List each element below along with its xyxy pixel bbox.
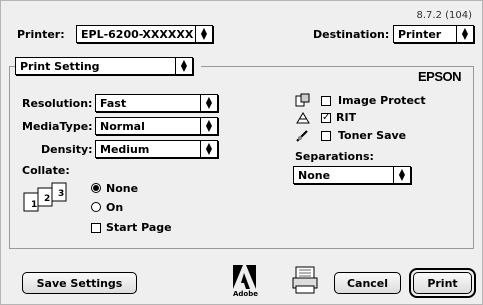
mediatype-label: MediaType: bbox=[22, 120, 93, 133]
print-dialog: 8.7.2 (104) Printer: EPL-6200-XXXXXX ▲ ▼ … bbox=[0, 0, 483, 305]
rit-label: RIT bbox=[336, 111, 357, 124]
popup-arrows-icon: ▲ ▼ bbox=[200, 95, 217, 111]
image-protect-label: Image Protect bbox=[338, 94, 426, 107]
separations-popup[interactable]: None ▲ ▼ bbox=[293, 166, 411, 184]
image-protect-checkbox[interactable] bbox=[321, 96, 331, 106]
toner-save-icon bbox=[296, 130, 308, 142]
collate-none-label: None bbox=[106, 182, 139, 195]
print-button[interactable]: Print bbox=[413, 272, 472, 294]
svg-text:3: 3 bbox=[58, 189, 64, 199]
density-value: Medium bbox=[100, 142, 150, 156]
panel-value: Print Setting bbox=[20, 59, 100, 73]
panel-popup[interactable]: Print Setting ▲ ▼ bbox=[15, 57, 193, 75]
printer-label: Printer: bbox=[17, 28, 65, 41]
popup-arrows-icon: ▲ ▼ bbox=[200, 118, 217, 134]
printer-popup[interactable]: EPL-6200-XXXXXX ▲ ▼ bbox=[76, 25, 213, 43]
resolution-value: Fast bbox=[100, 96, 127, 110]
svg-text:2: 2 bbox=[44, 194, 50, 204]
start-page-label: Start Page bbox=[106, 221, 172, 234]
group-divider-right bbox=[201, 66, 474, 67]
printer-value: EPL-6200-XXXXXX bbox=[81, 27, 194, 41]
destination-label: Destination: bbox=[313, 28, 390, 41]
toner-save-checkbox[interactable] bbox=[321, 131, 331, 141]
mediatype-value: Normal bbox=[100, 119, 145, 133]
popup-arrows-icon: ▲ ▼ bbox=[456, 26, 473, 42]
destination-value: Printer bbox=[398, 27, 442, 41]
rit-icon bbox=[296, 112, 310, 124]
destination-popup[interactable]: Printer ▲ ▼ bbox=[393, 25, 474, 43]
adobe-label: Adobe bbox=[233, 290, 258, 298]
resolution-label: Resolution: bbox=[22, 97, 93, 110]
popup-arrows-icon: ▲ ▼ bbox=[393, 167, 410, 183]
collate-none-radio[interactable] bbox=[91, 183, 101, 193]
collate-pages-icon: 1 2 3 bbox=[23, 182, 67, 212]
mediatype-popup[interactable]: Normal ▲ ▼ bbox=[95, 117, 218, 135]
rit-checkbox[interactable]: ✓ bbox=[321, 113, 331, 123]
density-popup[interactable]: Medium ▲ ▼ bbox=[95, 140, 218, 158]
printer-preview-icon[interactable] bbox=[290, 265, 320, 295]
separations-label: Separations: bbox=[295, 150, 374, 163]
collate-on-radio[interactable] bbox=[91, 202, 101, 212]
popup-arrows-icon: ▲ ▼ bbox=[175, 58, 192, 74]
start-page-checkbox[interactable] bbox=[91, 223, 101, 233]
popup-arrows-icon: ▲ ▼ bbox=[200, 141, 217, 157]
toner-save-label: Toner Save bbox=[338, 129, 407, 142]
svg-text:1: 1 bbox=[31, 200, 37, 210]
separations-value: None bbox=[298, 168, 331, 182]
epson-logo: EPSON bbox=[417, 69, 462, 84]
collate-label: Collate: bbox=[22, 164, 70, 177]
popup-arrows-icon: ▲ ▼ bbox=[195, 26, 212, 42]
image-protect-icon bbox=[295, 93, 310, 107]
cancel-button[interactable]: Cancel bbox=[334, 272, 401, 294]
collate-on-label: On bbox=[106, 201, 124, 214]
resolution-popup[interactable]: Fast ▲ ▼ bbox=[95, 94, 218, 112]
density-label: Density: bbox=[41, 143, 93, 156]
version-label: 8.7.2 (104) bbox=[416, 10, 472, 21]
save-settings-button[interactable]: Save Settings bbox=[22, 272, 137, 294]
